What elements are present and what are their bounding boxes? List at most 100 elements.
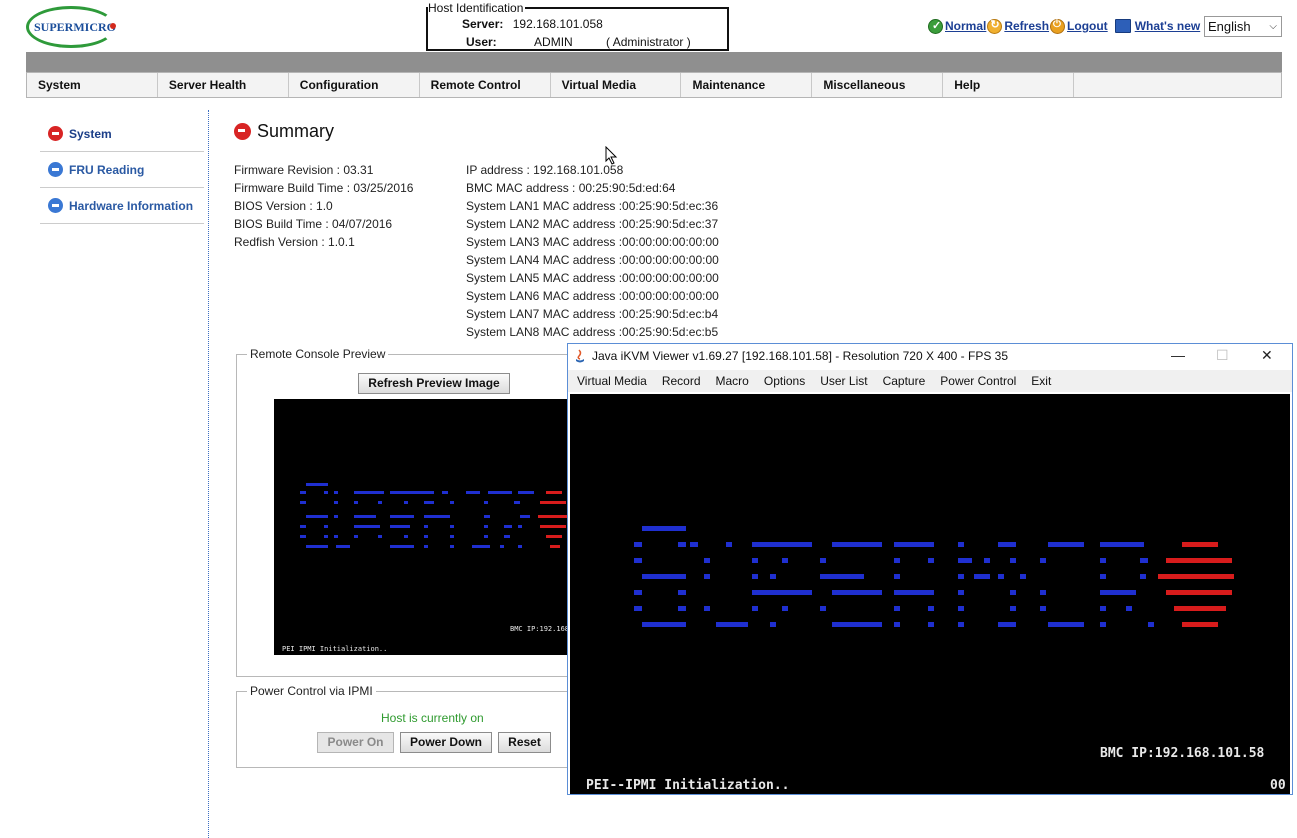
- normal-status-link[interactable]: Normal: [945, 19, 986, 33]
- lan6-mac: System LAN6 MAC address :00:00:00:00:00:…: [466, 289, 719, 303]
- ikvm-console-screen[interactable]: BMC IP:192.168.101.58 PEI--IPMI Initiali…: [570, 394, 1290, 794]
- arrow-right-icon: [234, 123, 251, 140]
- status-bar: Normal Refresh Logout What's new: [928, 16, 1201, 36]
- sidebar-item-label: Hardware Information: [69, 198, 194, 213]
- host-identification-box: Host Identification Server: 192.168.101.…: [426, 1, 729, 51]
- bios-build-time: BIOS Build Time : 04/07/2016: [234, 217, 393, 231]
- refresh-preview-button[interactable]: Refresh Preview Image: [358, 373, 510, 394]
- ikvm-viewer-window[interactable]: Java iKVM Viewer v1.69.27 [192.168.101.5…: [567, 343, 1293, 795]
- lan2-mac: System LAN2 MAC address :00:25:90:5d:ec:…: [466, 217, 719, 231]
- ikvm-menu-record[interactable]: Record: [662, 374, 701, 388]
- whats-new-link[interactable]: What's new: [1135, 19, 1201, 33]
- ikvm-menu-power-control[interactable]: Power Control: [940, 374, 1016, 388]
- power-control-fieldset: Power Control via IPMI: [236, 684, 576, 768]
- arrow-right-icon: [48, 126, 63, 141]
- power-down-button[interactable]: Power Down: [400, 732, 492, 753]
- lan5-mac: System LAN5 MAC address :00:00:00:00:00:…: [466, 271, 719, 285]
- server-row: Server: 192.168.101.058: [462, 17, 603, 31]
- language-select[interactable]: English ⌵: [1204, 16, 1282, 37]
- sidebar-item-hardware-information[interactable]: Hardware Information: [40, 188, 204, 224]
- refresh-icon[interactable]: [987, 18, 1003, 34]
- nav-miscellaneous[interactable]: Miscellaneous: [812, 73, 944, 97]
- ikvm-title-text: Java iKVM Viewer v1.69.27 [192.168.101.5…: [592, 349, 1009, 363]
- page-title: Summary: [234, 121, 334, 142]
- nav-system[interactable]: System: [27, 73, 158, 97]
- kvm-status-line: PEI--IPMI Initialization..: [586, 778, 790, 793]
- kvm-supermicro-banner: [634, 526, 1234, 627]
- minimize-icon[interactable]: —: [1171, 347, 1185, 363]
- close-icon[interactable]: ✕: [1261, 347, 1273, 364]
- sidebar-item-label: System: [69, 126, 112, 141]
- lan8-mac: System LAN8 MAC address :00:25:90:5d:ec:…: [466, 325, 719, 339]
- preview-supermicro-banner: [300, 483, 570, 548]
- page-title-text: Summary: [257, 121, 335, 141]
- nav-remote-control[interactable]: Remote Control: [420, 73, 551, 97]
- power-on-button[interactable]: Power On: [317, 732, 394, 753]
- reset-button[interactable]: Reset: [498, 732, 551, 753]
- arrow-right-icon: [48, 198, 63, 213]
- user-role: ( Administrator ): [606, 35, 691, 49]
- host-identification-legend: Host Identification: [428, 1, 526, 15]
- bios-version: BIOS Version : 1.0: [234, 199, 333, 213]
- normal-status-icon: [928, 18, 943, 34]
- lan3-mac: System LAN3 MAC address :00:00:00:00:00:…: [466, 235, 719, 249]
- host-status-text: Host is currently on: [381, 711, 484, 725]
- user-row: User: ADMIN ( Administrator ): [466, 35, 691, 49]
- nav-help[interactable]: Help: [943, 73, 1075, 97]
- nav-empty: [1074, 73, 1281, 97]
- ikvm-menu-capture[interactable]: Capture: [883, 374, 926, 388]
- chevron-down-icon: ⌵: [1269, 21, 1277, 32]
- network-info: IP address : 192.168.101.058 BMC MAC add…: [466, 161, 719, 341]
- lan1-mac: System LAN1 MAC address :00:25:90:5d:ec:…: [466, 199, 719, 213]
- ikvm-menu-exit[interactable]: Exit: [1031, 374, 1051, 388]
- firmware-revision: Firmware Revision : 03.31: [234, 163, 374, 177]
- nav-virtual-media[interactable]: Virtual Media: [551, 73, 682, 97]
- server-value: 192.168.101.058: [512, 17, 603, 31]
- refresh-link[interactable]: Refresh: [1004, 19, 1049, 33]
- firmware-build-time: Firmware Build Time : 03/25/2016: [234, 181, 414, 195]
- logo-dot: [110, 23, 116, 29]
- logout-link[interactable]: Logout: [1067, 19, 1108, 33]
- sidebar-item-fru-reading[interactable]: FRU Reading: [40, 152, 204, 188]
- nav-top-band: [26, 52, 1282, 72]
- mouse-cursor-icon: [605, 146, 618, 165]
- server-label: Server:: [462, 17, 504, 31]
- sidebar-item-label: FRU Reading: [69, 162, 145, 177]
- ikvm-menu-bar: Virtual Media Record Macro Options User …: [568, 370, 1292, 392]
- kvm-bmc-ip: BMC IP:192.168.101.58: [1100, 746, 1265, 761]
- main-nav: System Server Health Configuration Remot…: [26, 72, 1282, 98]
- console-preview-image[interactable]: BMC IP:192.168 PEI IPMI Initialization..: [274, 399, 574, 655]
- user-value: ADMIN: [534, 35, 573, 49]
- preview-bmc-ip: BMC IP:192.168: [510, 625, 570, 633]
- java-icon: [576, 349, 584, 363]
- remote-console-legend: Remote Console Preview: [247, 347, 389, 361]
- lan4-mac: System LAN4 MAC address :00:00:00:00:00:…: [466, 253, 719, 267]
- ikvm-menu-user-list[interactable]: User List: [820, 374, 867, 388]
- logout-icon[interactable]: [1050, 18, 1066, 34]
- bmc-mac-address: BMC MAC address : 00:25:90:5d:ed:64: [466, 181, 676, 195]
- sidebar-divider: [208, 110, 209, 838]
- redfish-version: Redfish Version : 1.0.1: [234, 235, 355, 249]
- user-label: User:: [466, 35, 497, 49]
- nav-server-health[interactable]: Server Health: [158, 73, 289, 97]
- kvm-post-code: 00: [1270, 778, 1286, 793]
- ikvm-menu-virtual-media[interactable]: Virtual Media: [577, 374, 647, 388]
- sidebar: System FRU Reading Hardware Information: [40, 116, 204, 224]
- firmware-info: Firmware Revision : 03.31 Firmware Build…: [234, 161, 413, 251]
- ikvm-menu-options[interactable]: Options: [764, 374, 805, 388]
- nav-configuration[interactable]: Configuration: [289, 73, 420, 97]
- sidebar-item-system[interactable]: System: [40, 116, 204, 152]
- nav-maintenance[interactable]: Maintenance: [681, 73, 813, 97]
- ikvm-title-bar[interactable]: Java iKVM Viewer v1.69.27 [192.168.101.5…: [568, 344, 1292, 370]
- power-control-legend: Power Control via IPMI: [247, 684, 376, 698]
- language-value: English: [1208, 19, 1251, 34]
- ikvm-menu-macro[interactable]: Macro: [716, 374, 749, 388]
- ip-address: IP address : 192.168.101.058: [466, 163, 624, 177]
- preview-status-line: PEI IPMI Initialization..: [282, 645, 388, 653]
- maximize-icon[interactable]: ☐: [1216, 347, 1229, 364]
- whats-new-icon[interactable]: [1114, 19, 1131, 33]
- supermicro-logo: SUPERMICRO: [26, 4, 118, 50]
- lan7-mac: System LAN7 MAC address :00:25:90:5d:ec:…: [466, 307, 719, 321]
- arrow-right-icon: [48, 162, 63, 177]
- logo-text: SUPERMICRO: [34, 20, 117, 34]
